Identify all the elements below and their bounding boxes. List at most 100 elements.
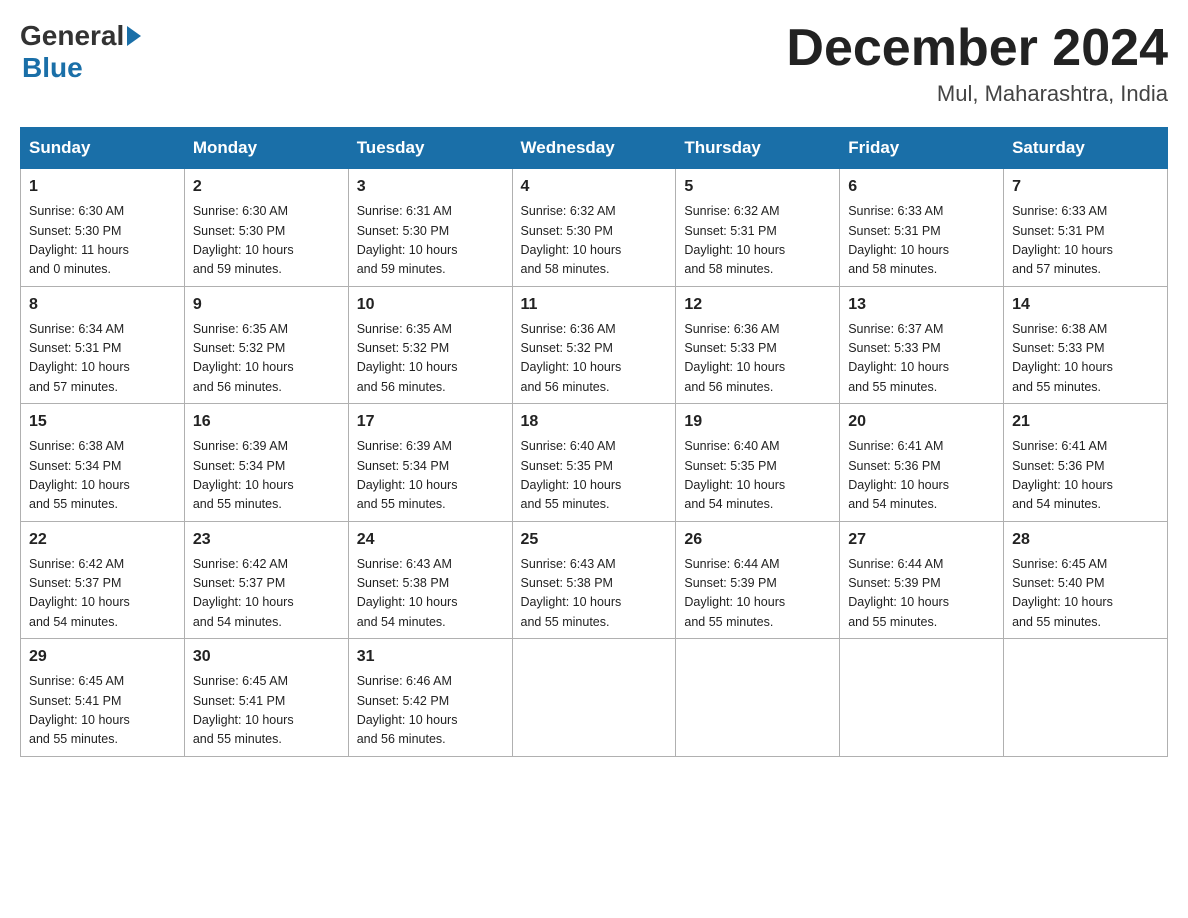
day-cell: 8 Sunrise: 6:34 AMSunset: 5:31 PMDaylight… <box>21 286 185 404</box>
week-row-1: 1 Sunrise: 6:30 AMSunset: 5:30 PMDaylight… <box>21 169 1168 287</box>
day-cell: 6 Sunrise: 6:33 AMSunset: 5:31 PMDaylight… <box>840 169 1004 287</box>
day-cell: 4Sunrise: 6:32 AMSunset: 5:30 PMDaylight… <box>512 169 676 287</box>
day-number: 5 <box>684 175 831 199</box>
day-cell <box>512 639 676 757</box>
day-number: 19 <box>684 410 831 434</box>
day-info: Sunrise: 6:40 AMSunset: 5:35 PMDaylight:… <box>684 437 831 515</box>
calendar-table: SundayMondayTuesdayWednesdayThursdayFrid… <box>20 127 1168 757</box>
weekday-header-monday: Monday <box>184 128 348 169</box>
day-number: 25 <box>521 528 668 552</box>
day-number: 6 <box>848 175 995 199</box>
day-info: Sunrise: 6:30 AMSunset: 5:30 PMDaylight:… <box>193 202 340 280</box>
day-number: 24 <box>357 528 504 552</box>
day-info: Sunrise: 6:42 AMSunset: 5:37 PMDaylight:… <box>193 555 340 633</box>
day-number: 11 <box>521 293 668 317</box>
weekday-header-saturday: Saturday <box>1004 128 1168 169</box>
day-info: Sunrise: 6:42 AMSunset: 5:37 PMDaylight:… <box>29 555 176 633</box>
day-cell <box>676 639 840 757</box>
day-number: 12 <box>684 293 831 317</box>
day-cell: 20 Sunrise: 6:41 AMSunset: 5:36 PMDayligh… <box>840 404 1004 522</box>
day-number: 31 <box>357 645 504 669</box>
day-cell: 16 Sunrise: 6:39 AMSunset: 5:34 PMDayligh… <box>184 404 348 522</box>
day-number: 17 <box>357 410 504 434</box>
logo-text: General <box>20 20 143 52</box>
day-number: 21 <box>1012 410 1159 434</box>
logo-general-text: General <box>20 20 124 52</box>
day-info: Sunrise: 6:44 AMSunset: 5:39 PMDaylight:… <box>848 555 995 633</box>
day-number: 1 <box>29 175 176 199</box>
day-cell: 30 Sunrise: 6:45 AMSunset: 5:41 PMDayligh… <box>184 639 348 757</box>
day-cell: 10Sunrise: 6:35 AMSunset: 5:32 PMDayligh… <box>348 286 512 404</box>
day-number: 15 <box>29 410 176 434</box>
day-info: Sunrise: 6:43 AMSunset: 5:38 PMDaylight:… <box>521 555 668 633</box>
day-cell: 21 Sunrise: 6:41 AMSunset: 5:36 PMDayligh… <box>1004 404 1168 522</box>
day-cell: 27 Sunrise: 6:44 AMSunset: 5:39 PMDayligh… <box>840 521 1004 639</box>
week-row-4: 22 Sunrise: 6:42 AMSunset: 5:37 PMDayligh… <box>21 521 1168 639</box>
logo-arrow-icon <box>127 26 141 46</box>
day-number: 14 <box>1012 293 1159 317</box>
week-row-5: 29Sunrise: 6:45 AMSunset: 5:41 PMDayligh… <box>21 639 1168 757</box>
day-cell: 14 Sunrise: 6:38 AMSunset: 5:33 PMDayligh… <box>1004 286 1168 404</box>
day-cell: 24 Sunrise: 6:43 AMSunset: 5:38 PMDayligh… <box>348 521 512 639</box>
day-number: 16 <box>193 410 340 434</box>
day-info: Sunrise: 6:45 AMSunset: 5:41 PMDaylight:… <box>29 672 176 750</box>
day-info: Sunrise: 6:32 AMSunset: 5:30 PMDaylight:… <box>521 202 668 280</box>
day-info: Sunrise: 6:41 AMSunset: 5:36 PMDaylight:… <box>848 437 995 515</box>
day-number: 13 <box>848 293 995 317</box>
day-cell: 17 Sunrise: 6:39 AMSunset: 5:34 PMDayligh… <box>348 404 512 522</box>
weekday-header-thursday: Thursday <box>676 128 840 169</box>
day-cell: 9Sunrise: 6:35 AMSunset: 5:32 PMDaylight… <box>184 286 348 404</box>
day-info: Sunrise: 6:31 AMSunset: 5:30 PMDaylight:… <box>357 202 504 280</box>
week-row-2: 8 Sunrise: 6:34 AMSunset: 5:31 PMDaylight… <box>21 286 1168 404</box>
day-info: Sunrise: 6:33 AMSunset: 5:31 PMDaylight:… <box>848 202 995 280</box>
day-info: Sunrise: 6:46 AMSunset: 5:42 PMDaylight:… <box>357 672 504 750</box>
day-cell: 11Sunrise: 6:36 AMSunset: 5:32 PMDayligh… <box>512 286 676 404</box>
day-cell <box>840 639 1004 757</box>
day-info: Sunrise: 6:33 AMSunset: 5:31 PMDaylight:… <box>1012 202 1159 280</box>
weekday-header-tuesday: Tuesday <box>348 128 512 169</box>
weekday-header-row: SundayMondayTuesdayWednesdayThursdayFrid… <box>21 128 1168 169</box>
day-number: 28 <box>1012 528 1159 552</box>
day-cell: 12Sunrise: 6:36 AMSunset: 5:33 PMDayligh… <box>676 286 840 404</box>
day-cell: 28 Sunrise: 6:45 AMSunset: 5:40 PMDayligh… <box>1004 521 1168 639</box>
page-header: General Blue December 2024 Mul, Maharash… <box>20 20 1168 107</box>
day-number: 10 <box>357 293 504 317</box>
day-cell: 2 Sunrise: 6:30 AMSunset: 5:30 PMDaylight… <box>184 169 348 287</box>
day-cell: 19 Sunrise: 6:40 AMSunset: 5:35 PMDayligh… <box>676 404 840 522</box>
day-cell: 15Sunrise: 6:38 AMSunset: 5:34 PMDayligh… <box>21 404 185 522</box>
day-cell: 29Sunrise: 6:45 AMSunset: 5:41 PMDayligh… <box>21 639 185 757</box>
day-info: Sunrise: 6:43 AMSunset: 5:38 PMDaylight:… <box>357 555 504 633</box>
day-info: Sunrise: 6:30 AMSunset: 5:30 PMDaylight:… <box>29 202 176 280</box>
month-title: December 2024 <box>786 20 1168 77</box>
day-info: Sunrise: 6:41 AMSunset: 5:36 PMDaylight:… <box>1012 437 1159 515</box>
day-cell: 31 Sunrise: 6:46 AMSunset: 5:42 PMDayligh… <box>348 639 512 757</box>
day-number: 7 <box>1012 175 1159 199</box>
day-number: 26 <box>684 528 831 552</box>
day-info: Sunrise: 6:32 AMSunset: 5:31 PMDaylight:… <box>684 202 831 280</box>
day-info: Sunrise: 6:35 AMSunset: 5:32 PMDaylight:… <box>193 320 340 398</box>
week-row-3: 15Sunrise: 6:38 AMSunset: 5:34 PMDayligh… <box>21 404 1168 522</box>
day-number: 18 <box>521 410 668 434</box>
day-info: Sunrise: 6:40 AMSunset: 5:35 PMDaylight:… <box>521 437 668 515</box>
day-info: Sunrise: 6:39 AMSunset: 5:34 PMDaylight:… <box>193 437 340 515</box>
day-number: 20 <box>848 410 995 434</box>
day-info: Sunrise: 6:37 AMSunset: 5:33 PMDaylight:… <box>848 320 995 398</box>
day-info: Sunrise: 6:34 AMSunset: 5:31 PMDaylight:… <box>29 320 176 398</box>
day-info: Sunrise: 6:45 AMSunset: 5:40 PMDaylight:… <box>1012 555 1159 633</box>
day-info: Sunrise: 6:39 AMSunset: 5:34 PMDaylight:… <box>357 437 504 515</box>
day-number: 30 <box>193 645 340 669</box>
day-cell: 22 Sunrise: 6:42 AMSunset: 5:37 PMDayligh… <box>21 521 185 639</box>
day-info: Sunrise: 6:45 AMSunset: 5:41 PMDaylight:… <box>193 672 340 750</box>
day-cell: 13 Sunrise: 6:37 AMSunset: 5:33 PMDayligh… <box>840 286 1004 404</box>
day-number: 27 <box>848 528 995 552</box>
day-number: 22 <box>29 528 176 552</box>
day-number: 2 <box>193 175 340 199</box>
day-cell: 7 Sunrise: 6:33 AMSunset: 5:31 PMDaylight… <box>1004 169 1168 287</box>
title-block: December 2024 Mul, Maharashtra, India <box>786 20 1168 107</box>
day-info: Sunrise: 6:38 AMSunset: 5:33 PMDaylight:… <box>1012 320 1159 398</box>
day-cell: 18 Sunrise: 6:40 AMSunset: 5:35 PMDayligh… <box>512 404 676 522</box>
weekday-header-sunday: Sunday <box>21 128 185 169</box>
day-number: 8 <box>29 293 176 317</box>
weekday-header-wednesday: Wednesday <box>512 128 676 169</box>
day-number: 23 <box>193 528 340 552</box>
